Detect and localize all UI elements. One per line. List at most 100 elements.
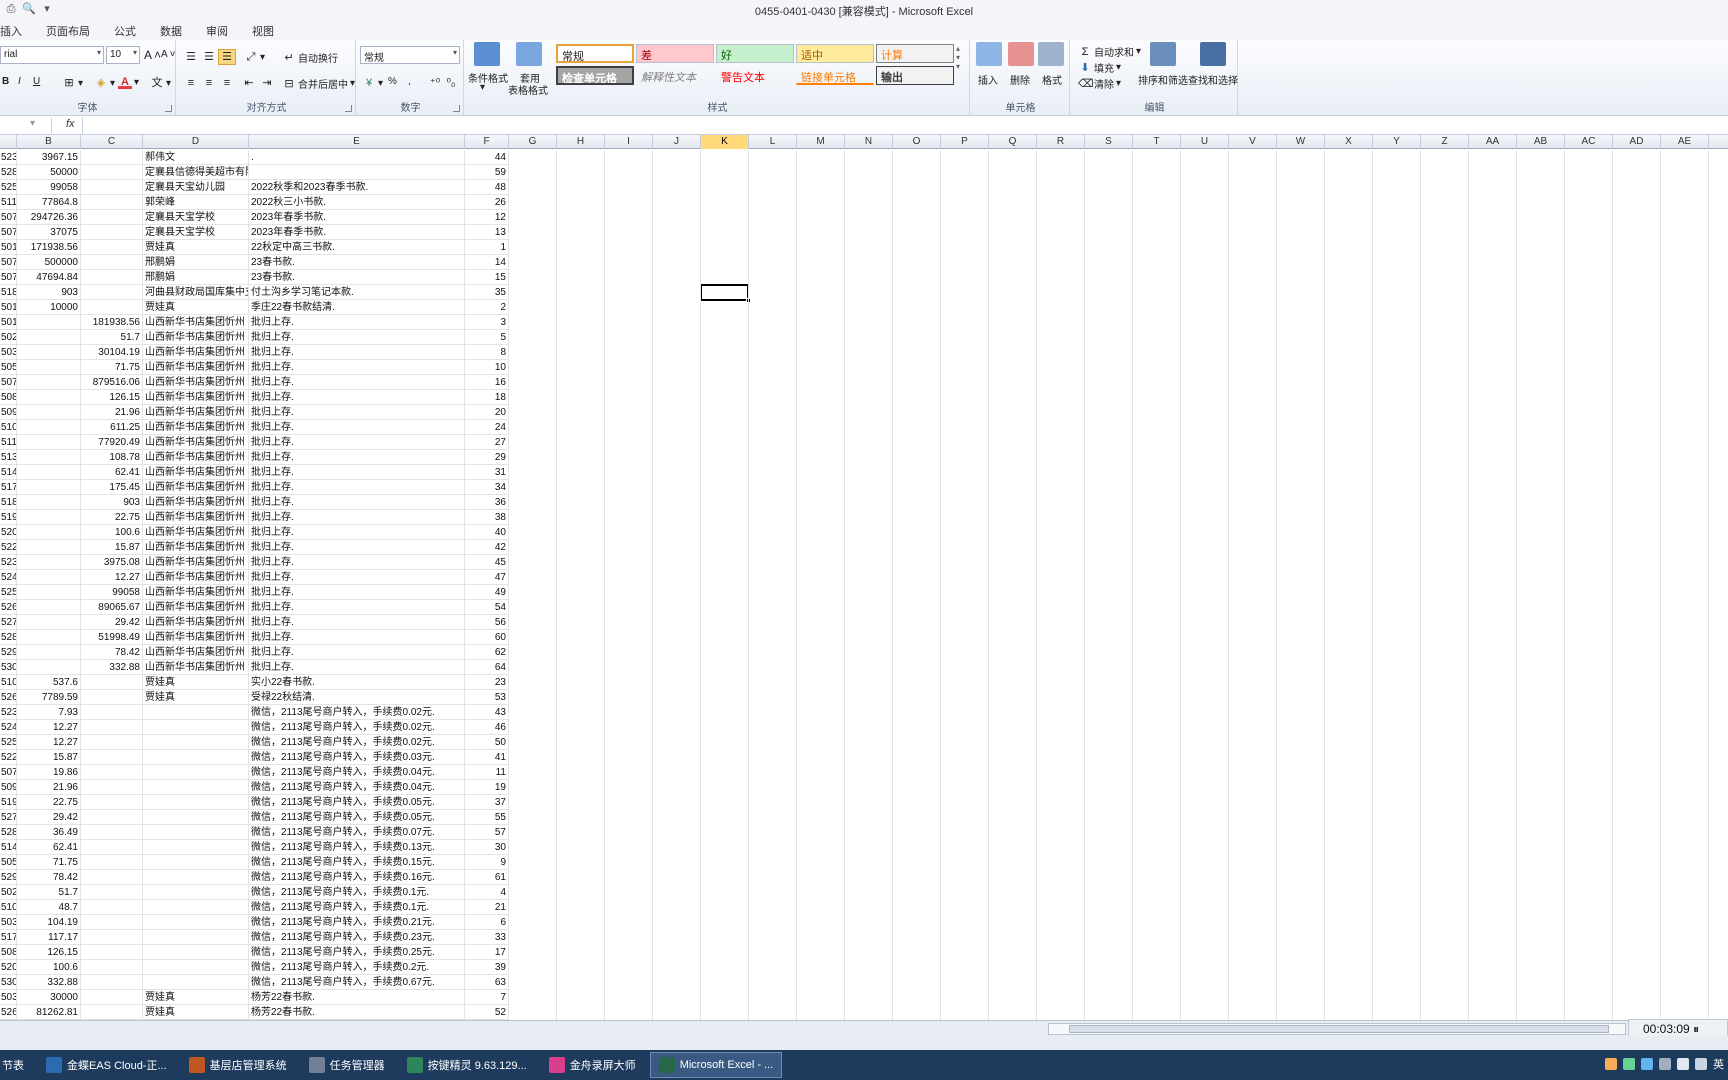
cell-d[interactable]: 郭荣峰 xyxy=(143,195,249,210)
column-header-ab[interactable]: AB xyxy=(1517,135,1565,149)
cell-d[interactable]: 山西新华书店集团忻州 xyxy=(143,630,249,645)
cell-e[interactable]: 微信，2113尾号商户转入，手续费0.25元. xyxy=(249,945,465,960)
font-grow-button[interactable]: A ˄ xyxy=(144,48,161,62)
cell-e[interactable]: 批归上存. xyxy=(249,420,465,435)
cell-f[interactable]: 34 xyxy=(465,480,509,495)
column-header-p[interactable]: P xyxy=(941,135,989,149)
cell-b[interactable] xyxy=(17,465,81,480)
cell-f[interactable]: 8 xyxy=(465,345,509,360)
cell-d[interactable]: 山西新华书店集团忻州 xyxy=(143,435,249,450)
tray-app-icon[interactable] xyxy=(1623,1058,1635,1070)
cell-e[interactable]: 批归上存. xyxy=(249,555,465,570)
align-right-button[interactable]: ≡ xyxy=(220,76,234,90)
cell-d[interactable]: 定襄县天宝幼儿园 xyxy=(143,180,249,195)
dialog-launcher-icon[interactable] xyxy=(345,105,352,112)
column-header-j[interactable]: J xyxy=(653,135,701,149)
cell-d[interactable] xyxy=(143,855,249,870)
cell-d[interactable]: 山西新华书店集团忻州 xyxy=(143,510,249,525)
formula-input[interactable] xyxy=(82,117,1728,134)
cell-c[interactable]: 29.42 xyxy=(81,615,143,630)
cell-f[interactable]: 19 xyxy=(465,780,509,795)
cell-d[interactable]: 山西新华书店集团忻州 xyxy=(143,450,249,465)
increase-decimal-button[interactable]: ⁺⁰ xyxy=(428,76,442,90)
cell-b[interactable] xyxy=(17,450,81,465)
cell-b[interactable]: 903 xyxy=(17,285,81,300)
cell-c[interactable]: 175.45 xyxy=(81,480,143,495)
cell-f[interactable]: 42 xyxy=(465,540,509,555)
cell-e[interactable]: 批归上存. xyxy=(249,405,465,420)
accounting-format-button[interactable]: ¥ ▾ xyxy=(362,76,383,90)
cell-f[interactable]: 17 xyxy=(465,945,509,960)
cell-d[interactable]: 郝伟文 xyxy=(143,150,249,165)
cell-c[interactable] xyxy=(81,150,143,165)
cell-f[interactable]: 20 xyxy=(465,405,509,420)
cell-f[interactable]: 59 xyxy=(465,165,509,180)
cell-c[interactable]: 879516.06 xyxy=(81,375,143,390)
cell-a[interactable]: 520 xyxy=(0,960,17,975)
cell-d[interactable] xyxy=(143,720,249,735)
cell-b[interactable]: 71.75 xyxy=(17,855,81,870)
cell-f[interactable]: 12 xyxy=(465,210,509,225)
style-output[interactable]: 输出 xyxy=(876,66,954,85)
cell-f[interactable]: 52 xyxy=(465,1005,509,1020)
cell-b[interactable]: 7.93 xyxy=(17,705,81,720)
cell-d[interactable]: 山西新华书店集团忻州 xyxy=(143,315,249,330)
column-header-z[interactable]: Z xyxy=(1421,135,1469,149)
column-header-c[interactable]: C xyxy=(81,135,143,149)
cell-e[interactable]: 批归上存. xyxy=(249,315,465,330)
cell-b[interactable]: 117.17 xyxy=(17,930,81,945)
cell-e[interactable]: 微信，2113尾号商户转入，手续费0.04元. xyxy=(249,765,465,780)
fill-color-button[interactable]: ◈ ▾ xyxy=(94,76,115,90)
cell-a[interactable]: 503 xyxy=(0,990,17,1005)
cell-c[interactable]: 71.75 xyxy=(81,360,143,375)
cell-d[interactable]: 定襄县天宝学校 xyxy=(143,225,249,240)
cell-f[interactable]: 23 xyxy=(465,675,509,690)
cell-c[interactable] xyxy=(81,750,143,765)
cell-d[interactable]: 山西新华书店集团忻州 xyxy=(143,540,249,555)
cell-c[interactable]: 332.88 xyxy=(81,660,143,675)
cell-d[interactable] xyxy=(143,915,249,930)
cell-e[interactable]: 批归上存. xyxy=(249,330,465,345)
cell-b[interactable] xyxy=(17,360,81,375)
cell-e[interactable]: 杨芳22春书款. xyxy=(249,1005,465,1020)
cell-d[interactable] xyxy=(143,975,249,990)
cell-c[interactable]: 78.42 xyxy=(81,645,143,660)
column-header-g[interactable]: G xyxy=(509,135,557,149)
tray-mic-icon[interactable] xyxy=(1677,1058,1689,1070)
cell-c[interactable]: 108.78 xyxy=(81,450,143,465)
percent-button[interactable]: % xyxy=(388,76,397,87)
cell-d[interactable]: 定襄县天宝学校 xyxy=(143,210,249,225)
name-box[interactable]: ▾ xyxy=(0,118,52,133)
cell-e[interactable]: 微信，2113尾号商户转入，手续费0.02元. xyxy=(249,705,465,720)
cell-d[interactable]: 山西新华书店集团忻州 xyxy=(143,495,249,510)
cell-c[interactable] xyxy=(81,885,143,900)
cell-b[interactable]: 332.88 xyxy=(17,975,81,990)
cell-f[interactable]: 7 xyxy=(465,990,509,1005)
style-linked-cell[interactable]: 链接单元格 xyxy=(796,66,874,85)
cell-f[interactable]: 39 xyxy=(465,960,509,975)
cell-f[interactable]: 36 xyxy=(465,495,509,510)
cell-a[interactable]: 510 xyxy=(0,420,17,435)
cell-d[interactable]: 山西新华书店集团忻州 xyxy=(143,615,249,630)
cell-c[interactable]: 62.41 xyxy=(81,465,143,480)
cell-b[interactable] xyxy=(17,435,81,450)
cell-b[interactable] xyxy=(17,570,81,585)
cell-e[interactable]: 受禄22秋结清. xyxy=(249,690,465,705)
cell-e[interactable]: 微信，2113尾号商户转入，手续费0.67元. xyxy=(249,975,465,990)
cell-b[interactable] xyxy=(17,540,81,555)
cell-a[interactable]: 523 xyxy=(0,705,17,720)
cell-b[interactable] xyxy=(17,555,81,570)
cell-c[interactable]: 903 xyxy=(81,495,143,510)
cell-f[interactable]: 37 xyxy=(465,795,509,810)
style-warning[interactable]: 警告文本 xyxy=(716,66,794,85)
cell-a[interactable]: 525 xyxy=(0,735,17,750)
cell-e[interactable]: 批归上存. xyxy=(249,645,465,660)
cell-c[interactable] xyxy=(81,735,143,750)
cell-d[interactable]: 定襄县信德得美超市有限 xyxy=(143,165,249,180)
cell-b[interactable] xyxy=(17,330,81,345)
tab-review[interactable]: 审阅 xyxy=(194,20,240,40)
cell-f[interactable]: 62 xyxy=(465,645,509,660)
cell-c[interactable]: 3975.08 xyxy=(81,555,143,570)
cell-a[interactable]: 502 xyxy=(0,330,17,345)
cell-e[interactable]: 2022秋三小书款. xyxy=(249,195,465,210)
